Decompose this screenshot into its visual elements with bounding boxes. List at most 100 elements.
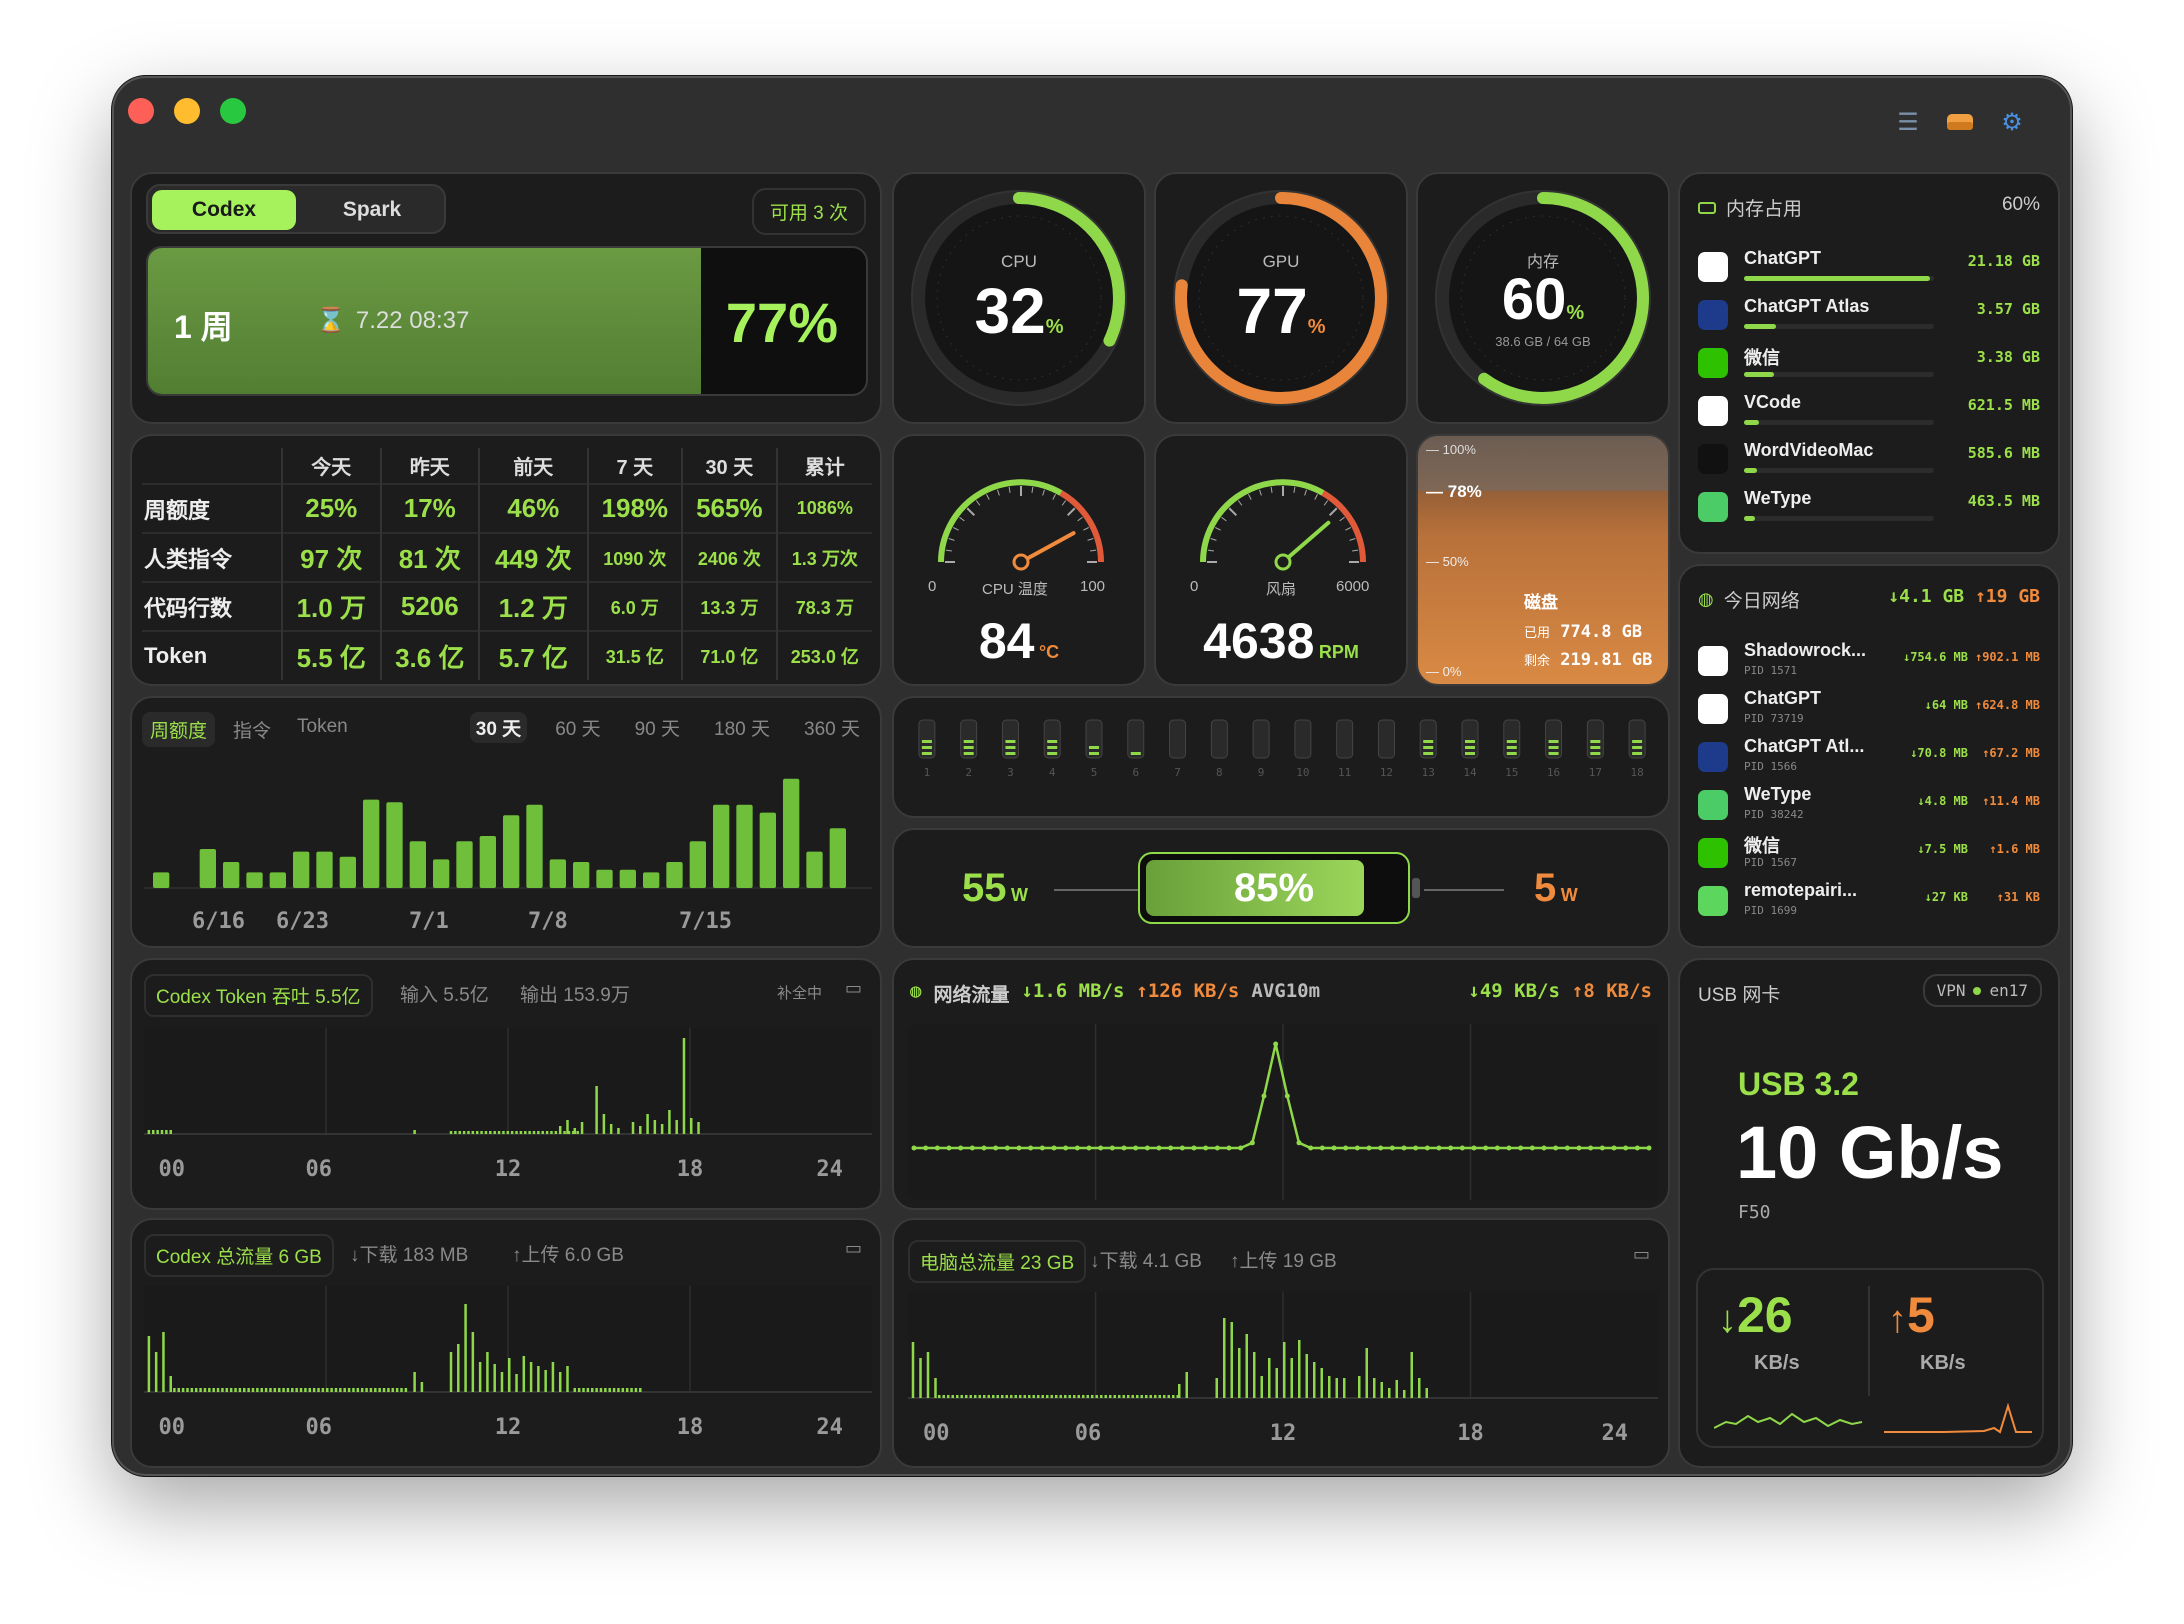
traffic-bar [312,1388,316,1392]
network-flow-point [1296,1140,1302,1146]
traffic-bar [974,1395,977,1398]
hourglass-icon: ⌛ [316,307,346,334]
traffic-bar [604,1388,607,1392]
app-icon [1698,252,1728,282]
traffic-bar [321,1388,325,1392]
net-flow-avg: AVG10m [1251,980,1321,1002]
network-flow-point [946,1145,952,1151]
traffic-bar [576,1131,579,1134]
memory-app-row[interactable]: ChatGPT Atlas 3.57 GB [1698,294,2040,340]
core-level-seg [1047,752,1058,755]
process-name: remotepairi... [1744,880,1858,900]
calendar-icon[interactable]: ▭ [845,978,862,999]
dial-tick [1248,494,1252,500]
traffic-bar [558,1126,562,1134]
memory-app-value: 621.5 MB [1967,396,2040,414]
usage-x-label: 6/16 [192,909,245,934]
usage-range[interactable]: 60 天 [549,712,606,743]
hour-label: 24 [816,1415,843,1440]
app-icon [1698,348,1728,378]
network-flow-point [1051,1145,1057,1151]
usage-range[interactable]: 30 天 [469,712,528,743]
vpn-label: VPN [1936,981,1966,1000]
traffic-bar [343,1388,346,1392]
close-button[interactable] [128,98,154,124]
process-row[interactable]: ChatGPT Atl... PID 1566 ↓70.8 MB ↑67.2 MB [1698,736,2040,782]
memory-app-row[interactable]: ChatGPT 21.18 GB [1698,246,2040,292]
process-row[interactable]: WeType PID 38242 ↓4.8 MB ↑11.4 MB [1698,784,2040,830]
app-icon [1698,886,1728,916]
traffic-bar [675,1120,678,1134]
codex-traffic-chart: 00 06 12 18 24 [144,1286,872,1440]
traffic-bar [554,1131,558,1134]
traffic-bar [1082,1395,1085,1398]
traffic-bar [608,1388,611,1392]
minimize-button[interactable] [174,98,200,124]
app-icon [1698,694,1728,724]
usage-tab[interactable]: Token [289,712,356,747]
memory-app-row[interactable]: VCode 621.5 MB [1698,390,2040,436]
usage-range[interactable]: 90 天 [629,712,686,743]
core-level-seg [1423,740,1434,743]
memory-app-row[interactable]: WeType 463.5 MB [1698,486,2040,532]
battery-cap [1412,878,1420,898]
process-row[interactable]: remotepairi... PID 1699 ↓27 KB ↑31 KB [1698,880,2040,926]
tab-codex[interactable]: Codex [152,190,296,230]
traffic-bar [1238,1348,1241,1398]
drive-icon[interactable] [1946,108,1974,136]
dial-tick [1323,500,1329,506]
traffic-bar [653,1120,657,1134]
available-badge: 可用 3 次 [751,188,866,235]
codex-traffic-down: 下载 183 MB [359,1245,469,1266]
temp-label: CPU 温度 [982,581,1048,598]
dial-tick [1052,494,1056,500]
traffic-bar [286,1388,290,1392]
core-level-seg [1089,752,1099,755]
stats-row: Token 5.5 亿 3.6 亿 5.7 亿 31.5 亿 71.0 亿 253.0 亿 [142,630,872,680]
sliders-icon[interactable]: ☰ [1894,108,1922,136]
memory-usage-title: 内存占用 [1726,199,1803,220]
calendar-icon[interactable]: ▭ [845,1238,862,1259]
usage-range[interactable]: 360 天 [798,712,866,743]
memory-unit: % [1566,302,1585,324]
usage-range[interactable]: 180 天 [708,712,776,743]
usage-bar [759,812,776,888]
traffic-bar [1158,1395,1161,1398]
traffic-bar [299,1388,303,1392]
traffic-bar [580,1122,584,1134]
stats-cell: 5206 [379,581,480,631]
stats-cell: 17% [379,483,480,533]
memory-app-bar [1744,468,1934,473]
network-flow-panel: ◍ 网络流量 ↓1.6 MB/s ↑126 KB/s AVG10m ↓49 KB… [892,958,1670,1210]
calendar-icon[interactable]: ▭ [1633,1244,1650,1265]
network-flow-point [1623,1145,1629,1151]
traffic-bar [480,1131,483,1134]
zoom-button[interactable] [220,98,246,124]
process-down: ↓70.8 MB [1910,746,1968,760]
cpu-value: 32 [974,275,1046,347]
tab-spark[interactable]: Spark [300,190,444,230]
usage-bar [549,859,566,888]
traffic-bar [1010,1395,1013,1398]
process-row[interactable]: 微信 PID 1567 ↓7.5 MB ↑1.6 MB [1698,832,2040,878]
usage-bar-chart: 6/16 6/23 7/1 7/8 7/15 [144,778,872,934]
usage-bar [713,804,730,888]
net-flow-title: 网络流量 [933,984,1010,1006]
memory-app-row[interactable]: WordVideoMac 585.6 MB [1698,438,2040,484]
hour-label: 00 [159,1157,186,1182]
usage-tab[interactable]: 周额度 [142,712,216,747]
memory-app-row[interactable]: 微信 3.38 GB [1698,342,2040,388]
process-row[interactable]: Shadowrock... PID 1571 ↓754.6 MB ↑902.1 MB [1698,640,2040,686]
network-flow-point [1366,1145,1372,1151]
core-label: 13 [1422,766,1435,779]
app-icon [1698,396,1728,426]
usage-bar [293,851,310,888]
process-row[interactable]: ChatGPT PID 73719 ↓64 MB ↑624.8 MB [1698,688,2040,734]
traffic-bar [1275,1368,1278,1398]
gear-icon[interactable]: ⚙ [1998,108,2026,136]
dial-tick [966,507,976,517]
traffic-bar [169,1130,172,1134]
usage-tab[interactable]: 指令 [225,712,279,747]
traffic-bar [938,1395,941,1398]
traffic-bar [173,1388,176,1392]
